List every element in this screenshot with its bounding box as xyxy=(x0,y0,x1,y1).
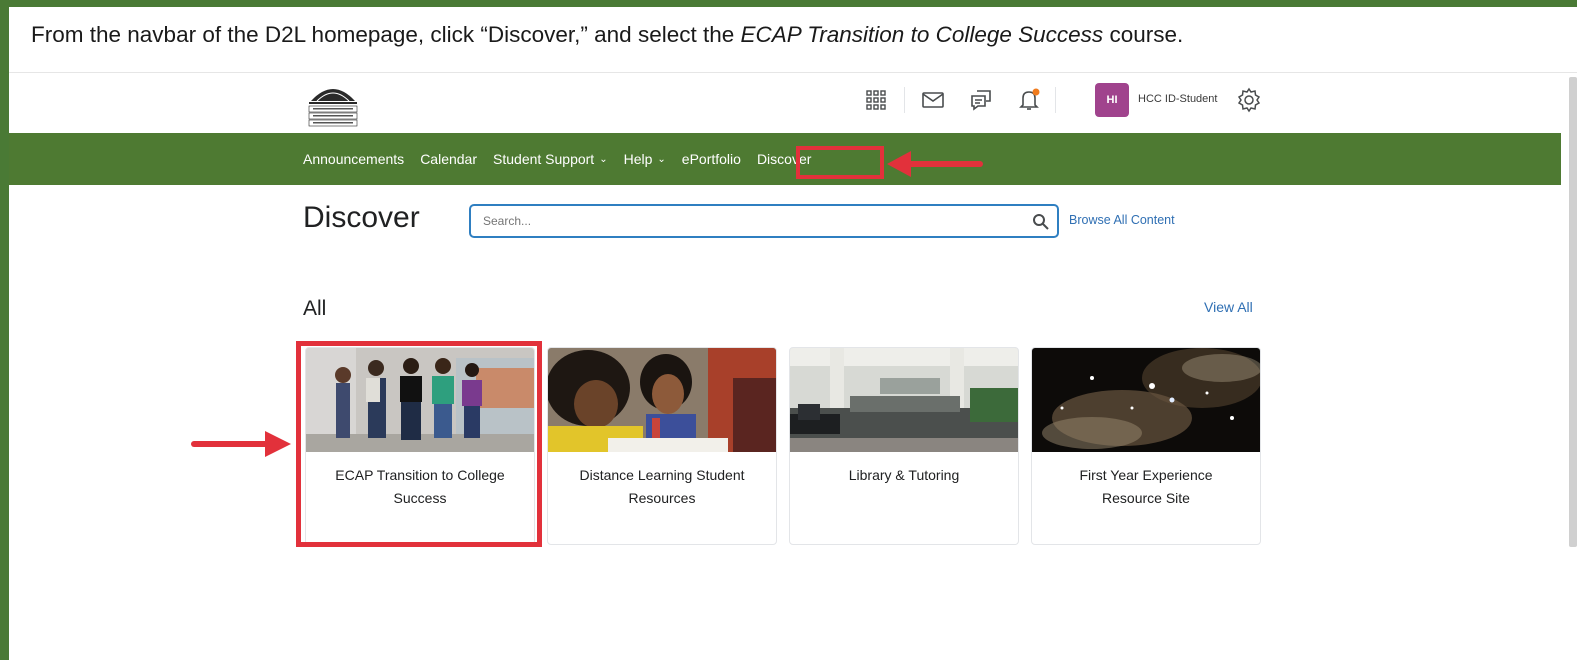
instruction-course-name: ECAP Transition to College Success xyxy=(740,22,1104,47)
nav-item-help[interactable]: Help ⌄ xyxy=(624,151,666,167)
d2l-screenshot: HI HCC ID-Student Announcements Calendar… xyxy=(9,72,1577,660)
avatar[interactable]: HI xyxy=(1095,83,1129,117)
course-image xyxy=(548,348,776,452)
nav-item-announcements[interactable]: Announcements xyxy=(303,151,404,167)
course-card-first-year-experience[interactable]: First Year Experience Resource Site xyxy=(1031,347,1261,545)
arrow-left-icon xyxy=(887,151,983,177)
course-card-distance-learning[interactable]: Distance Learning Student Resources xyxy=(547,347,777,545)
discover-highlight-box xyxy=(796,146,884,179)
section-title: All xyxy=(303,297,327,320)
nav-item-calendar[interactable]: Calendar xyxy=(420,151,477,167)
navbar: Announcements Calendar Student Support ⌄ … xyxy=(9,133,1561,185)
gear-icon[interactable] xyxy=(1236,87,1262,113)
view-all-link[interactable]: View All xyxy=(1204,299,1253,315)
minibar-separator xyxy=(1055,87,1056,113)
chevron-down-icon: ⌄ xyxy=(599,153,608,165)
scrollbar[interactable] xyxy=(1569,77,1577,547)
chevron-down-icon: ⌄ xyxy=(657,153,666,165)
nav-item-eportfolio[interactable]: ePortfolio xyxy=(682,151,741,167)
course-image xyxy=(790,348,1018,452)
username[interactable]: HCC ID-Student xyxy=(1138,93,1217,105)
ecap-highlight-box xyxy=(296,341,542,547)
bell-icon[interactable] xyxy=(1017,88,1041,112)
browse-all-link[interactable]: Browse All Content xyxy=(1069,213,1175,227)
college-logo[interactable] xyxy=(305,79,361,129)
instruction-text: From the navbar of the D2L homepage, cli… xyxy=(31,22,1184,47)
search-input[interactable] xyxy=(483,206,1023,236)
mail-icon[interactable] xyxy=(921,88,945,112)
course-title[interactable]: Distance Learning Student Resources xyxy=(548,452,776,510)
course-title[interactable]: Library & Tutoring xyxy=(790,452,1018,487)
minibar-separator xyxy=(904,87,905,113)
course-card-library-tutoring[interactable]: Library & Tutoring xyxy=(789,347,1019,545)
course-image xyxy=(1032,348,1260,452)
arrow-right-icon xyxy=(191,431,291,457)
minibar-icons xyxy=(864,83,1072,117)
chat-icon[interactable] xyxy=(969,88,993,112)
search-box xyxy=(469,204,1059,238)
course-title[interactable]: First Year Experience Resource Site xyxy=(1032,452,1260,510)
page-title: Discover xyxy=(303,201,420,234)
grid-icon[interactable] xyxy=(864,88,888,112)
search-icon[interactable] xyxy=(1031,212,1051,232)
nav-item-student-support[interactable]: Student Support ⌄ xyxy=(493,151,608,167)
